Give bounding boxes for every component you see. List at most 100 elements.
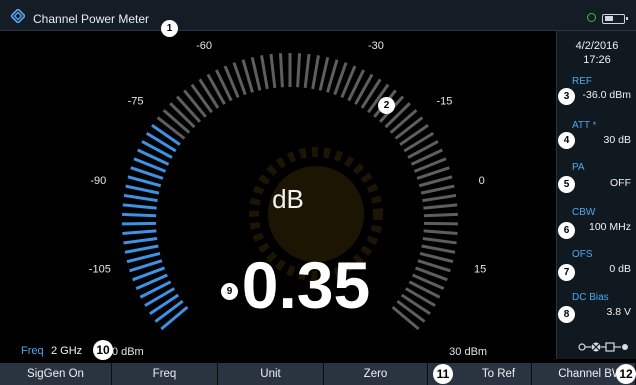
gauge-tick [422, 193, 457, 203]
gauge-tick [175, 95, 202, 123]
cbw-label: CBW [572, 207, 596, 218]
gauge-tick [241, 59, 254, 93]
gauge-tick [122, 229, 157, 235]
freq-value[interactable]: 2 GHz [51, 345, 82, 357]
gauge-tick [394, 116, 424, 140]
unit-button[interactable]: Unit [218, 363, 324, 385]
gauge-tick [326, 59, 339, 93]
gauge-tick [269, 53, 277, 89]
status-time: 17:26 [583, 54, 611, 66]
gauge-tick [423, 212, 458, 218]
callout-1: 1 [161, 20, 178, 37]
freq-button[interactable]: Freq [112, 363, 218, 385]
callout-8: 8 [558, 306, 575, 323]
gauge-scale-label: -15 [436, 95, 452, 107]
att-value[interactable]: 30 dB [604, 134, 631, 146]
gauge-tick [127, 175, 162, 188]
gauge-tick [145, 131, 177, 153]
status-indicator-icon [587, 13, 596, 22]
gauge-scale-label: -60 [196, 40, 212, 52]
gauge-tick [423, 221, 459, 226]
callout-12: 12 [616, 364, 636, 384]
freq-label: Freq [21, 345, 44, 357]
callout-11: 11 [433, 364, 453, 384]
gauge-tick [183, 89, 207, 118]
gauge-tick [149, 293, 180, 315]
gauge-tick [250, 56, 262, 91]
gauge-tick [198, 78, 220, 109]
gauge-tick [169, 102, 196, 129]
gauge-scale-label: -90 [90, 175, 106, 187]
gauge-tick [421, 244, 456, 254]
softkey-bar: SigGen On Freq Unit Zero To Ref Channel … [0, 363, 636, 385]
gauge-tick [318, 56, 330, 91]
gauge-tick [160, 305, 189, 331]
callout-7: 7 [558, 264, 575, 281]
gauge-scale-label: -45 [282, 31, 298, 32]
gauge-tick [278, 53, 284, 88]
callout-3: 3 [558, 88, 575, 105]
battery-icon [602, 14, 628, 24]
gauge-tick [122, 203, 157, 210]
gauge-tick [403, 131, 435, 153]
gauge-tick [396, 299, 426, 323]
gauge-tick [311, 55, 320, 90]
gauge-tick [123, 237, 158, 245]
gauge-tick [125, 184, 160, 195]
gauge-display: -120 dBm-105-90-75-60-45-30-1501530 dBm … [0, 31, 556, 359]
gauge-tick [422, 237, 457, 245]
gauge-tick [420, 184, 455, 195]
dcbias-value[interactable]: 3.8 V [606, 306, 631, 318]
callout-9: 9 [221, 283, 238, 300]
zero-button[interactable]: Zero [324, 363, 428, 385]
gauge-tick [391, 305, 420, 331]
gauge-scale-label: -75 [128, 95, 144, 107]
gauge-scale-label: -105 [89, 263, 111, 275]
gauge-tick [123, 193, 158, 203]
gauge-tick [418, 175, 453, 188]
gauge-tick [423, 203, 458, 210]
gauge-tick [419, 251, 454, 264]
gauge-scale-label: 30 dBm [449, 346, 487, 358]
pa-label: PA [572, 162, 585, 173]
measurement-reading: 0.35 [242, 248, 370, 322]
gauge-tick [389, 109, 418, 134]
gauge-tick [260, 55, 269, 90]
gauge-tick [296, 53, 302, 88]
cbw-value[interactable]: 100 MHz [589, 221, 631, 233]
gauge-tick [156, 116, 186, 140]
ofs-value[interactable]: 0 dB [609, 263, 631, 275]
app-title: Channel Power Meter [33, 12, 150, 26]
gauge-tick [121, 221, 157, 226]
callout-4: 4 [558, 132, 575, 149]
connector-icon [578, 342, 628, 352]
gauge-tick [190, 83, 213, 114]
ref-label: REF [572, 76, 592, 87]
callout-5: 5 [558, 176, 575, 193]
callout-10: 10 [93, 340, 113, 360]
gauge-scale-label: -30 [368, 40, 384, 52]
ref-value[interactable]: -36.0 dBm [583, 89, 631, 101]
att-label: ATT * [572, 120, 597, 131]
gauge-tick [122, 212, 157, 218]
att-indicator-star: * [592, 120, 597, 130]
gauge-tick [399, 124, 429, 146]
gauge-svg: -120 dBm-105-90-75-60-45-30-1501530 dBm … [89, 31, 487, 358]
callout-2: 2 [378, 97, 395, 114]
dcbias-label: DC Bias [572, 292, 609, 303]
ofs-label: OFS [572, 249, 593, 260]
gauge-tick [423, 229, 458, 235]
gauge-tick [400, 293, 431, 315]
gauge-tick [154, 299, 184, 323]
pa-value[interactable]: OFF [610, 177, 631, 189]
gauge-tick [303, 53, 311, 89]
gauge-scale-label: 0 [479, 175, 485, 187]
gauge-tick [126, 251, 161, 264]
siggen-on-button[interactable]: SigGen On [0, 363, 112, 385]
gauge-scale-label: 15 [474, 263, 486, 275]
gauge-tick [162, 109, 191, 134]
gauge-unit-label: dB [272, 184, 304, 214]
callout-6: 6 [558, 222, 575, 239]
status-date: 4/2/2016 [575, 40, 619, 52]
gauge-tick [151, 124, 181, 146]
